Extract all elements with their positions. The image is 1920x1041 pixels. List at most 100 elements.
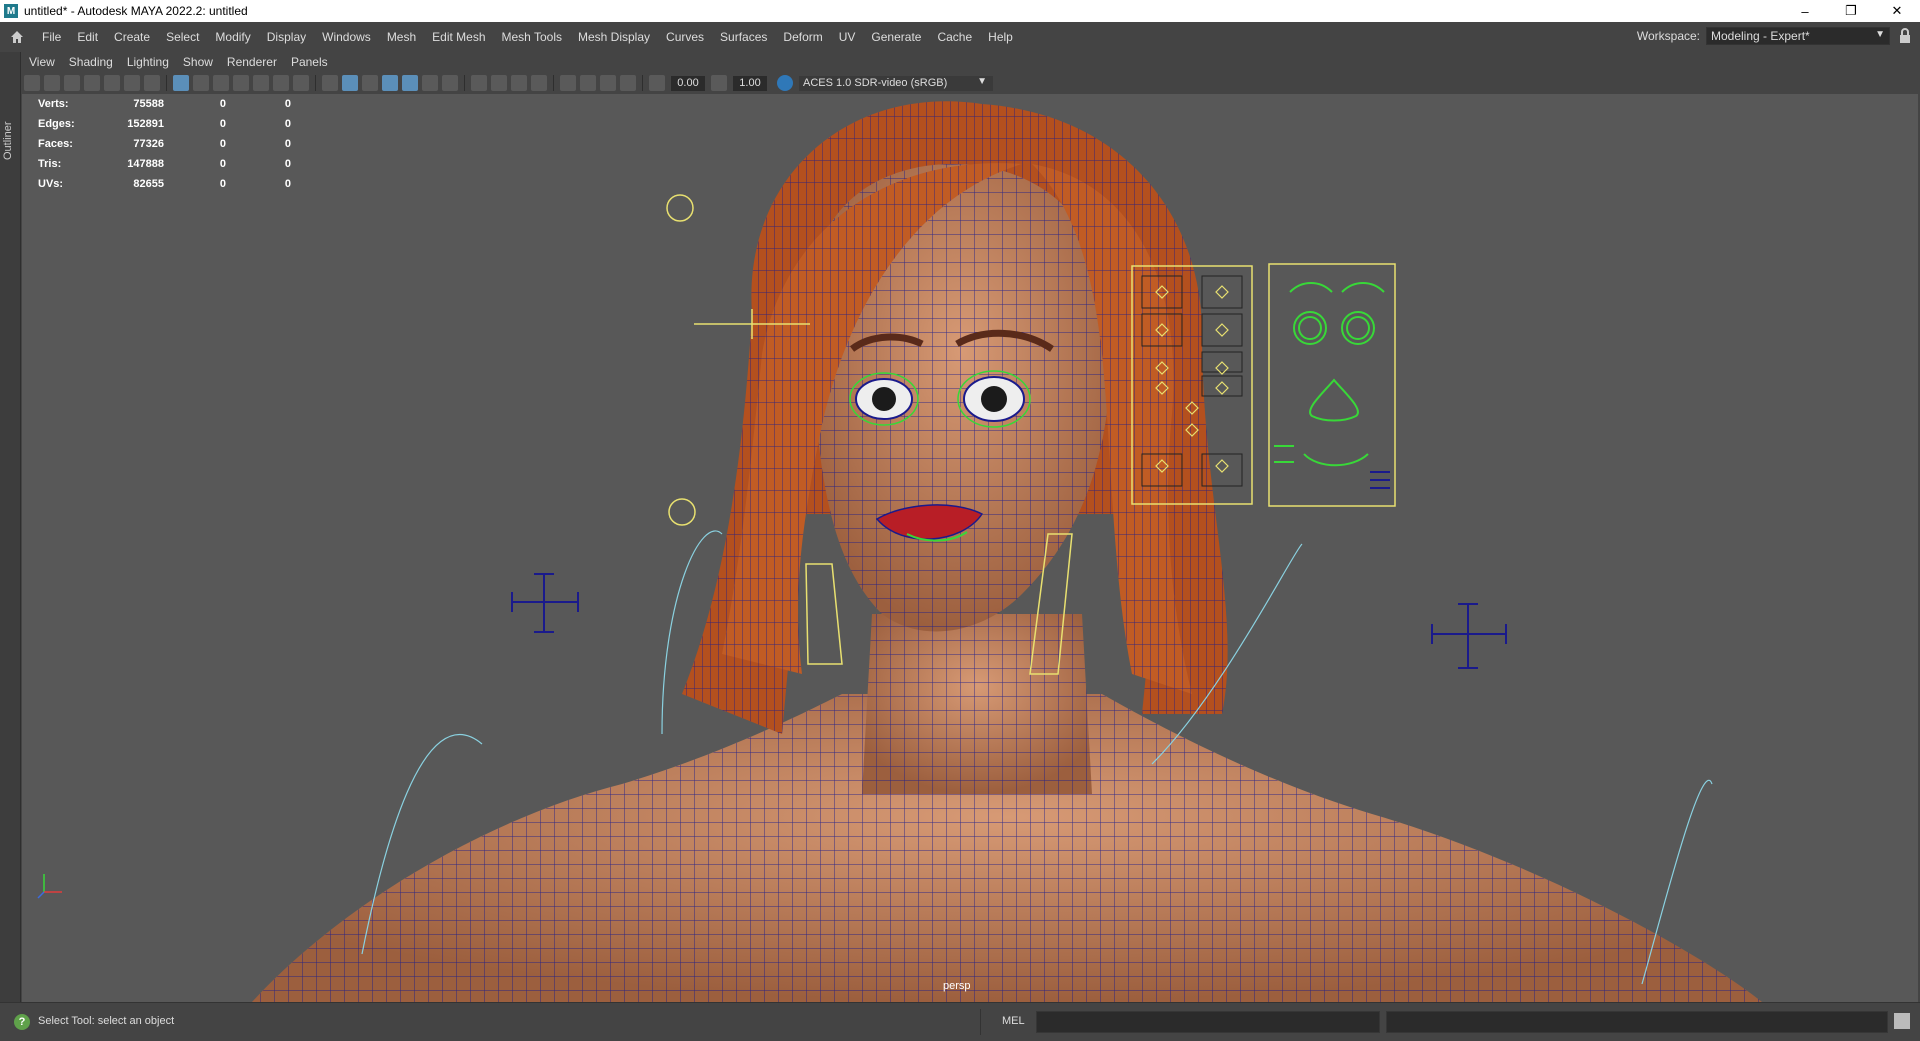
safe-action-icon[interactable] [273,75,289,91]
hud-value: 0 [219,158,226,170]
panel-menu-shading[interactable]: Shading [62,55,120,69]
camera-bookmark-icon[interactable] [44,75,60,91]
menu-windows[interactable]: Windows [314,30,379,44]
toolbar-divider [464,75,465,91]
scene-render [37,101,1762,1002]
gate-mask-icon[interactable] [233,75,249,91]
exposure-field[interactable]: 0.00 [671,75,705,91]
hud-row-verts: Verts: 75588 0 0 [38,94,291,114]
hud-value: 147888 [127,158,164,170]
menu-deform[interactable]: Deform [775,30,830,44]
xray-icon[interactable] [580,75,596,91]
minimize-button[interactable]: – [1782,0,1828,22]
facial-ui-panel-right[interactable] [1268,263,1396,507]
menu-surfaces[interactable]: Surfaces [712,30,775,44]
smooth-shade-icon[interactable] [342,75,358,91]
hud-value: 0 [219,98,226,110]
panel-menu-panels[interactable]: Panels [284,55,335,69]
hud-label: Edges: [38,118,75,130]
menu-modify[interactable]: Modify [207,30,258,44]
use-all-lights-icon[interactable] [422,75,438,91]
status-bar: ? Select Tool: select an object MEL [0,1002,1920,1041]
menu-mesh-display[interactable]: Mesh Display [570,30,658,44]
menu-cache[interactable]: Cache [929,30,980,44]
view-transform-dropdown[interactable]: ACES 1.0 SDR-video (sRGB) ▼ [799,75,993,91]
image-plane-icon[interactable] [64,75,80,91]
color-management-icon[interactable] [777,75,793,91]
menu-file[interactable]: File [34,30,69,44]
menu-curves[interactable]: Curves [658,30,712,44]
right-shoulder-control[interactable] [1431,603,1507,669]
view-axis-gizmo [37,874,62,899]
shadows-icon[interactable] [442,75,458,91]
menu-uv[interactable]: UV [831,30,864,44]
lock-icon[interactable] [1898,28,1914,46]
help-line-text: Select Tool: select an object [38,1015,175,1027]
isolate-select-icon[interactable] [560,75,576,91]
menu-edit[interactable]: Edit [69,30,106,44]
anti-aliasing-icon[interactable] [511,75,527,91]
field-chart-icon[interactable] [253,75,269,91]
textured-icon[interactable] [402,75,418,91]
safe-title-icon[interactable] [293,75,309,91]
menu-generate[interactable]: Generate [863,30,929,44]
panel-menu-lighting[interactable]: Lighting [120,55,176,69]
hud-value: 152891 [127,118,164,130]
xray-joints-icon[interactable] [620,75,636,91]
hud-value: 0 [284,138,291,150]
panel-menu-show[interactable]: Show [176,55,220,69]
menu-mesh[interactable]: Mesh [379,30,424,44]
depth-of-field-icon[interactable] [531,75,547,91]
hud-value: 77326 [133,138,164,150]
toolbar-divider [315,75,316,91]
menu-edit-mesh[interactable]: Edit Mesh [424,30,493,44]
hud-value: 0 [219,118,226,130]
outliner-tab[interactable]: Outliner [0,52,21,1002]
perspective-viewport[interactable]: Verts: 75588 0 0 Edges: 152891 0 0 Faces… [22,94,1918,1002]
menu-mesh-tools[interactable]: Mesh Tools [494,30,570,44]
2d-pan-zoom-icon[interactable] [104,75,120,91]
menu-help[interactable]: Help [980,30,1021,44]
toolbar-divider [553,75,554,91]
gamma-icon[interactable] [711,75,727,91]
resolution-gate-icon[interactable] [213,75,229,91]
hud-value: 0 [219,138,226,150]
default-material-icon[interactable] [362,75,378,91]
screen-space-ao-icon[interactable] [471,75,487,91]
restore-button[interactable]: ❐ [1828,0,1874,22]
neck-left-control[interactable] [805,563,843,665]
grid-icon[interactable] [173,75,189,91]
maya-logo-icon: M [4,4,18,18]
script-editor-icon[interactable] [1894,1013,1910,1029]
neck-control-circle[interactable] [668,498,696,526]
workspace-dropdown[interactable]: Modeling - Expert* ▼ [1706,27,1890,45]
home-icon[interactable] [6,26,28,48]
wireframe-on-shaded-icon[interactable] [382,75,398,91]
close-button[interactable]: ✕ [1874,0,1920,22]
hud-value: 0 [284,178,291,190]
bookmark-icon[interactable] [84,75,100,91]
menu-display[interactable]: Display [259,30,314,44]
wireframe-icon[interactable] [322,75,338,91]
grease-pencil-icon[interactable] [124,75,140,91]
hud-value: 0 [284,118,291,130]
xray-active-components-icon[interactable] [600,75,616,91]
left-shoulder-control[interactable] [511,573,579,633]
camera-attributes-icon[interactable] [24,75,40,91]
command-language-toggle[interactable]: MEL [1002,1015,1025,1027]
command-line-input[interactable] [1036,1011,1380,1033]
hud-label: Faces: [38,138,73,150]
menu-select[interactable]: Select [158,30,207,44]
head-control-circle[interactable] [666,194,694,222]
panel-menu-view[interactable]: View [22,55,62,69]
help-line-icon: ? [14,1014,30,1030]
film-gate-icon[interactable] [193,75,209,91]
panel-menu-renderer[interactable]: Renderer [220,55,284,69]
menu-create[interactable]: Create [106,30,158,44]
hud-row-uvs: UVs: 82655 0 0 [38,174,291,194]
motion-blur-icon[interactable] [491,75,507,91]
gamma-field[interactable]: 1.00 [733,75,767,91]
camera-lock-icon[interactable] [144,75,160,91]
hud-value: 0 [284,98,291,110]
exposure-icon[interactable] [649,75,665,91]
